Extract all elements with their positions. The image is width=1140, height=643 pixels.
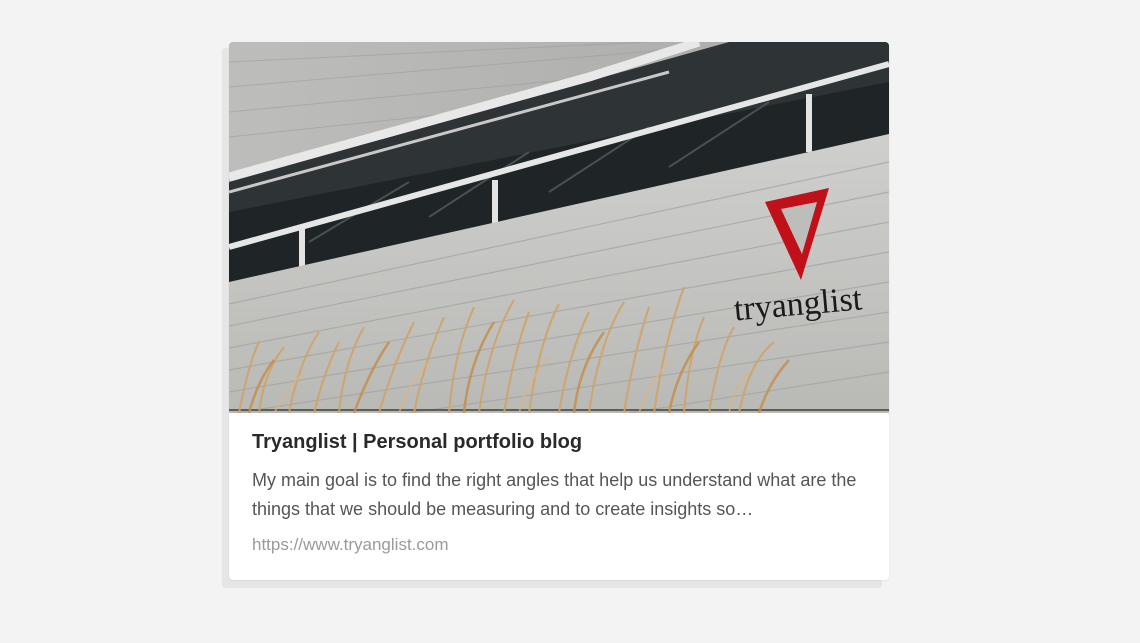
preview-image[interactable]: tryanglist (229, 42, 889, 413)
card-body: Tryanglist | Personal portfolio blog My … (252, 427, 867, 556)
card-url[interactable]: https://www.tryanglist.com (252, 534, 867, 556)
card-description: My main goal is to find the right angles… (252, 470, 857, 519)
card-title[interactable]: Tryanglist | Personal portfolio blog (252, 427, 867, 457)
link-preview-card[interactable]: tryanglist Tryanglist | Personal portfol… (229, 42, 889, 580)
